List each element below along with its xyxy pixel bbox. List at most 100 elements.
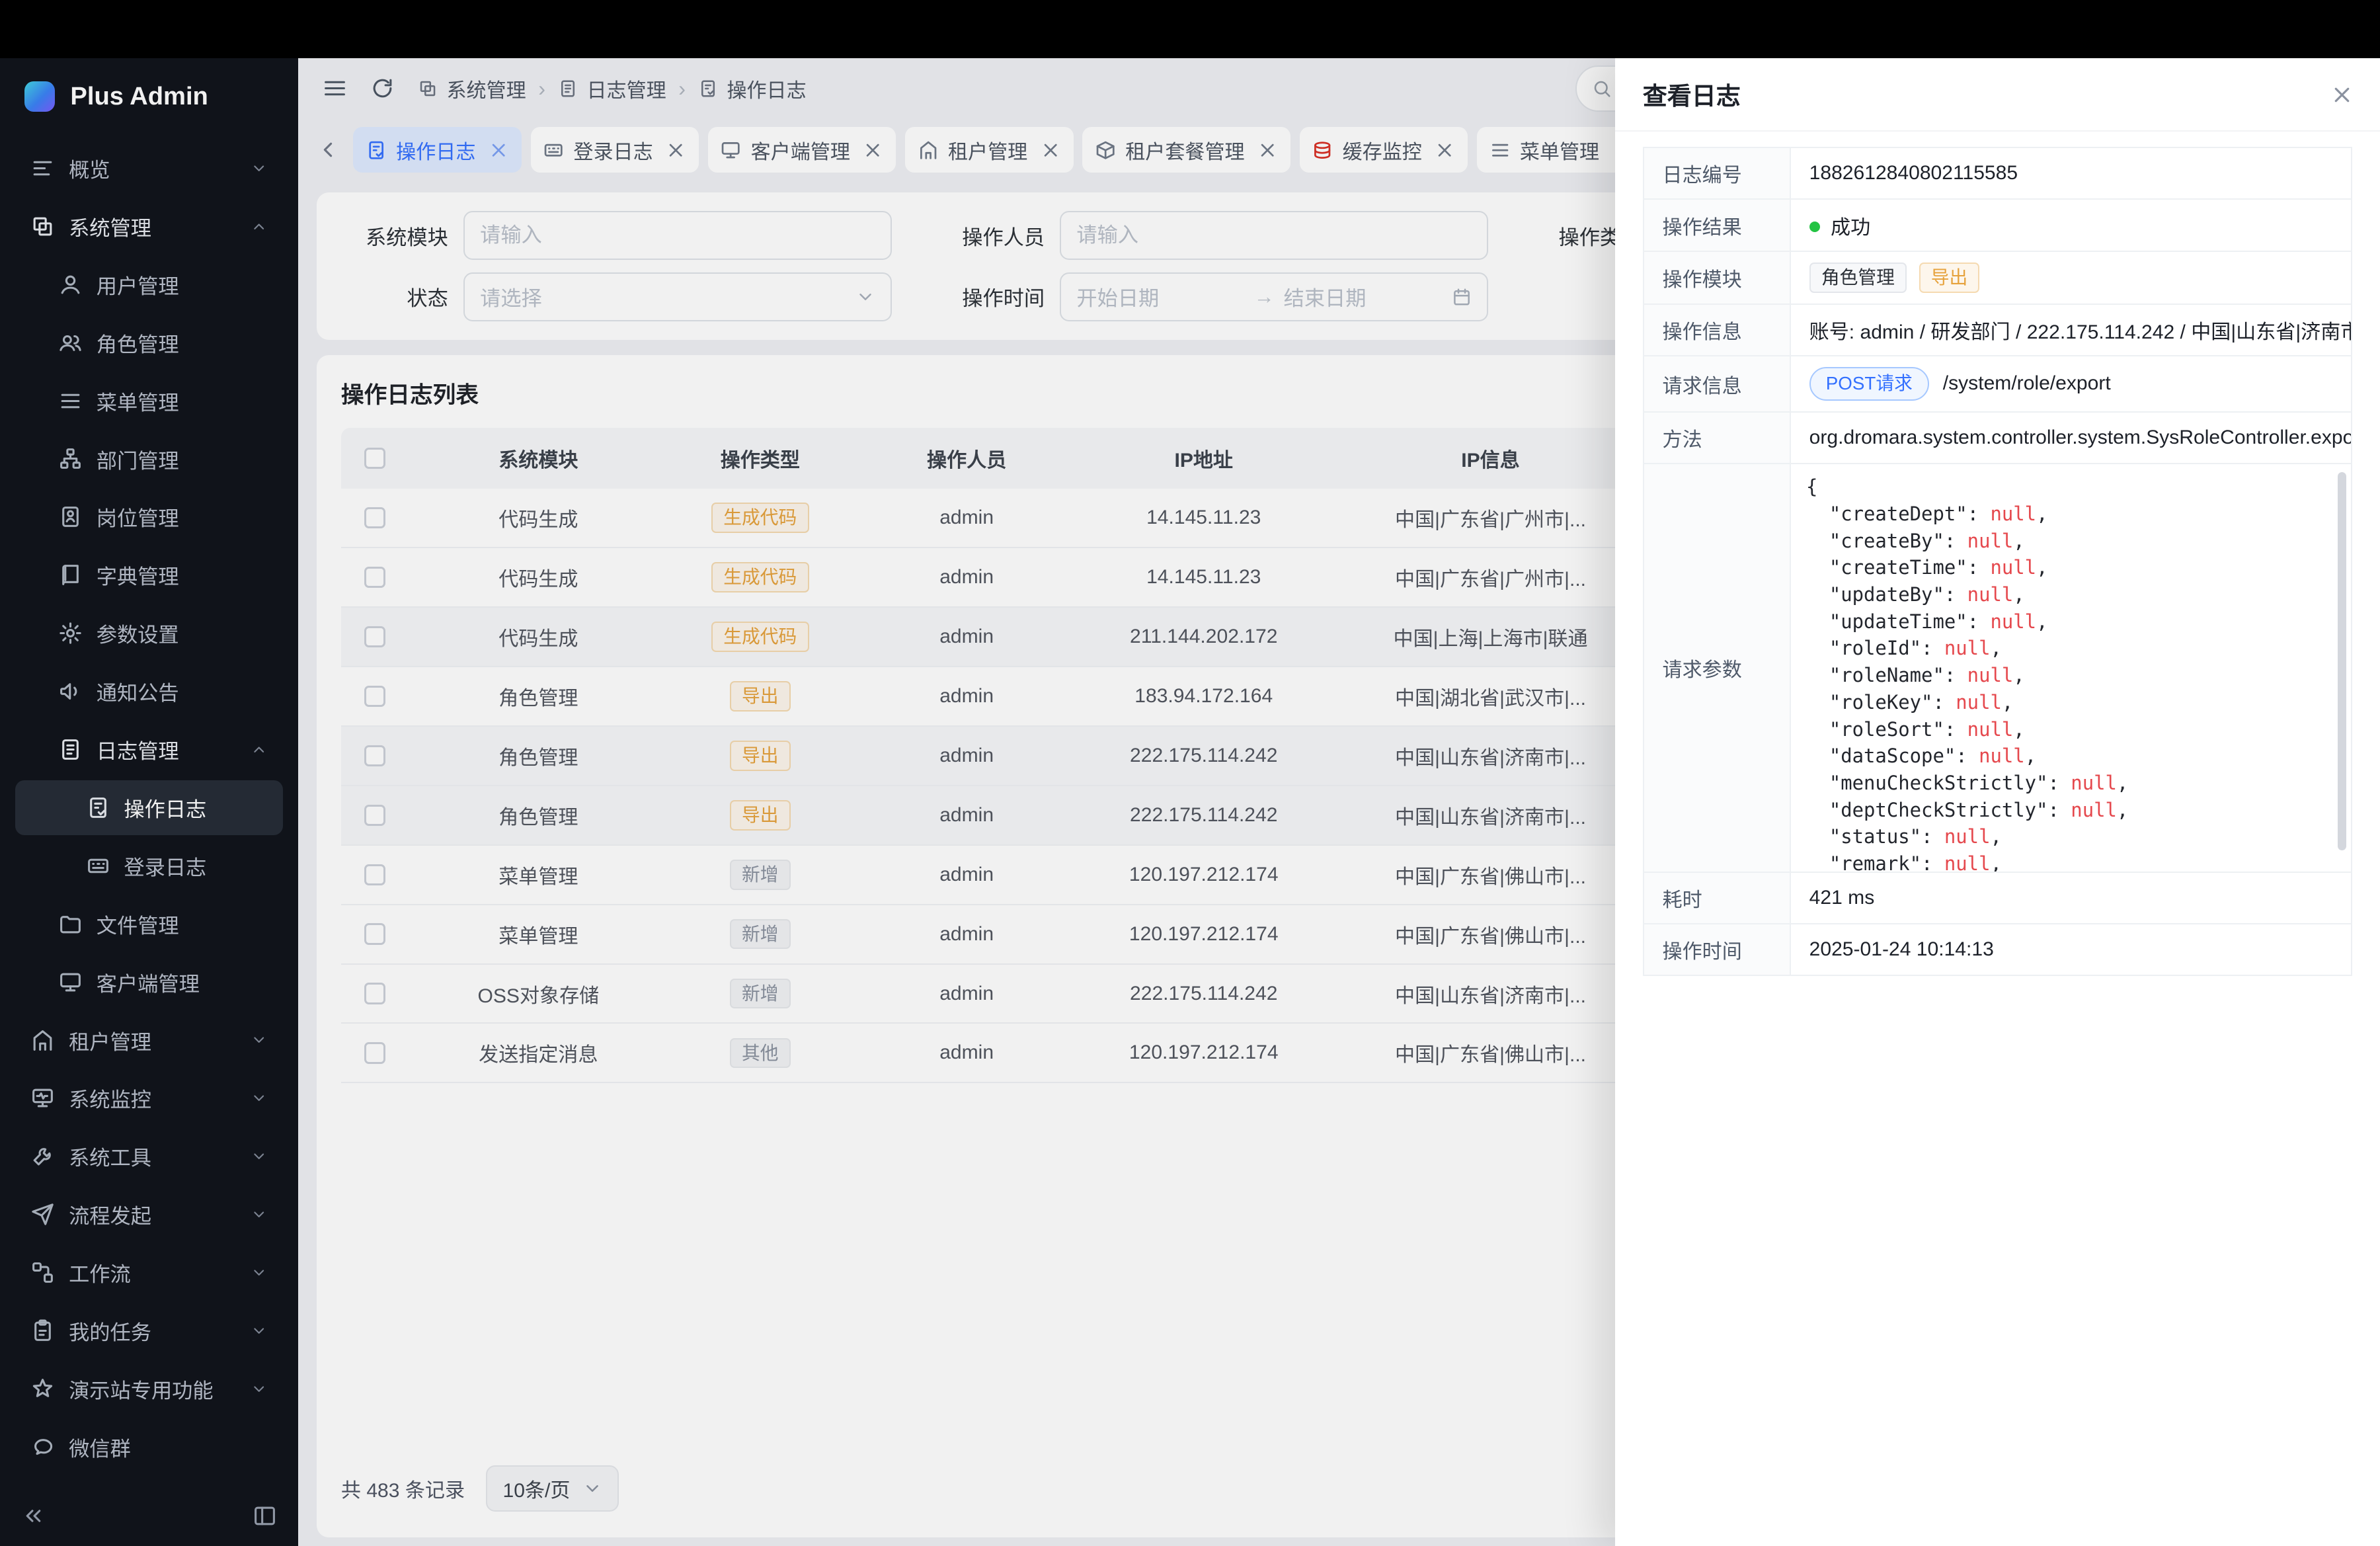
json-null-value: null bbox=[1967, 664, 2014, 686]
json-comma: , bbox=[2117, 799, 2128, 821]
detail-row: 操作结果 成功 bbox=[1644, 199, 2352, 251]
json-null-value: null bbox=[1944, 637, 1991, 659]
log-detail-table: 日志编号1882612840802115585操作结果成功操作模块角色管理导出操… bbox=[1643, 147, 2353, 976]
json-null-value: null bbox=[1990, 556, 2036, 579]
json-key: "updateBy": bbox=[1806, 583, 1967, 606]
json-comma: , bbox=[2036, 503, 2047, 525]
json-key: "status": bbox=[1806, 825, 1944, 848]
code-line: "roleName": null, bbox=[1806, 662, 2330, 689]
detail-label: 操作时间 bbox=[1644, 924, 1790, 975]
code-line: "updateTime": null, bbox=[1806, 608, 2330, 635]
detail-value: 2025-01-24 10:14:13 bbox=[1790, 924, 2352, 975]
view-log-drawer: 查看日志 日志编号1882612840802115585操作结果 成功操作模块角色… bbox=[1615, 58, 2380, 1546]
code-line: "status": null, bbox=[1806, 823, 2330, 850]
json-key: "remark": bbox=[1806, 852, 1944, 871]
json-key: "deptCheckStrictly": bbox=[1806, 799, 2071, 821]
drawer-header: 查看日志 bbox=[1615, 58, 2380, 132]
screen: Plus Admin 概览系统管理用户管理角色管理菜单管理部门管理岗位管理字典管… bbox=[0, 0, 2380, 1546]
json-null-value: null bbox=[1967, 530, 2014, 552]
code-line: "createTime": null, bbox=[1806, 554, 2330, 581]
detail-label: 耗时 bbox=[1644, 872, 1790, 924]
json-null-value: null bbox=[1967, 718, 2014, 741]
detail-value: 421 ms bbox=[1790, 872, 2352, 924]
code-line: "roleSort": null, bbox=[1806, 716, 2330, 743]
json-null-value: null bbox=[2071, 772, 2117, 794]
detail-row: 操作模块角色管理导出 bbox=[1644, 251, 2352, 304]
code-line: "updateBy": null, bbox=[1806, 581, 2330, 608]
code-line: "remark": null, bbox=[1806, 850, 2330, 871]
detail-label: 请求参数 bbox=[1644, 464, 1790, 872]
json-null-value: null bbox=[1990, 610, 2036, 633]
json-comma: , bbox=[2036, 556, 2047, 579]
detail-row: 方法org.dromara.system.controller.system.S… bbox=[1644, 412, 2352, 464]
detail-value: 1882612840802115585 bbox=[1790, 147, 2352, 199]
json-comma: , bbox=[2013, 718, 2024, 741]
json-null-value: null bbox=[1944, 825, 1991, 848]
json-null-value: null bbox=[1990, 503, 2036, 525]
json-null-value: null bbox=[1967, 583, 2014, 606]
detail-row: 操作信息账号: admin / 研发部门 / 222.175.114.242 /… bbox=[1644, 304, 2352, 356]
close-icon bbox=[2330, 83, 2354, 107]
detail-value: POST请求/system/role/export bbox=[1790, 356, 2352, 412]
json-comma: , bbox=[2025, 745, 2036, 767]
code-line: "dataScope": null, bbox=[1806, 743, 2330, 770]
status-text: 成功 bbox=[1831, 217, 1870, 239]
detail-value: 账号: admin / 研发部门 / 222.175.114.242 / 中国|… bbox=[1790, 304, 2352, 356]
detail-label: 方法 bbox=[1644, 412, 1790, 464]
detail-label: 操作信息 bbox=[1644, 304, 1790, 356]
json-key: "roleSort": bbox=[1806, 718, 1967, 741]
json-comma: , bbox=[1990, 825, 2001, 848]
json-comma: , bbox=[2002, 691, 2013, 713]
request-path: /system/role/export bbox=[1943, 372, 2111, 394]
json-comma: , bbox=[2013, 583, 2024, 606]
code-line: "menuCheckStrictly": null, bbox=[1806, 770, 2330, 797]
detail-value: { "createDept": null, "createBy": null, … bbox=[1790, 464, 2352, 872]
detail-row: 请求信息POST请求/system/role/export bbox=[1644, 356, 2352, 412]
json-key: "roleId": bbox=[1806, 637, 1944, 659]
json-key: "dataScope": bbox=[1806, 745, 1979, 767]
code-line: { bbox=[1806, 473, 2330, 501]
request-method-tag: POST请求 bbox=[1809, 367, 1929, 400]
top-black-strip bbox=[0, 0, 2380, 58]
detail-value: org.dromara.system.controller.system.Sys… bbox=[1790, 412, 2352, 464]
drawer-title: 查看日志 bbox=[1643, 76, 1741, 112]
status-dot bbox=[1809, 222, 1820, 232]
detail-row: 请求参数{ "createDept": null, "createBy": nu… bbox=[1644, 464, 2352, 872]
detail-row: 日志编号1882612840802115585 bbox=[1644, 147, 2352, 199]
json-key: "createBy": bbox=[1806, 530, 1967, 552]
json-null-value: null bbox=[1956, 691, 2002, 713]
detail-label: 请求信息 bbox=[1644, 356, 1790, 412]
code-line: "createBy": null, bbox=[1806, 528, 2330, 555]
json-comma: , bbox=[1990, 637, 2001, 659]
json-key: "roleKey": bbox=[1806, 691, 1956, 713]
detail-value: 角色管理导出 bbox=[1790, 251, 2352, 304]
drawer-close-button[interactable] bbox=[2330, 83, 2353, 106]
request-params-code[interactable]: { "createDept": null, "createBy": null, … bbox=[1791, 464, 2351, 871]
code-scrollbar-thumb[interactable] bbox=[2338, 472, 2347, 850]
drawer-body: 日志编号1882612840802115585操作结果成功操作模块角色管理导出操… bbox=[1615, 132, 2380, 1546]
json-null-value: null bbox=[2071, 799, 2117, 821]
detail-label: 操作模块 bbox=[1644, 251, 1790, 304]
detail-label: 日志编号 bbox=[1644, 147, 1790, 199]
json-comma: , bbox=[2013, 530, 2024, 552]
detail-label: 操作结果 bbox=[1644, 199, 1790, 251]
json-comma: , bbox=[2036, 610, 2047, 633]
json-key: "createDept": bbox=[1806, 503, 1990, 525]
json-comma: , bbox=[2117, 772, 2128, 794]
code-line: "createDept": null, bbox=[1806, 501, 2330, 528]
json-comma: , bbox=[2013, 664, 2024, 686]
json-null-value: null bbox=[1979, 745, 2025, 767]
json-key: "createTime": bbox=[1806, 556, 1990, 579]
json-comma: , bbox=[1990, 852, 2001, 871]
detail-row: 耗时421 ms bbox=[1644, 872, 2352, 924]
code-line: "roleId": null, bbox=[1806, 635, 2330, 662]
detail-value: 成功 bbox=[1790, 199, 2352, 251]
code-line: "deptCheckStrictly": null, bbox=[1806, 797, 2330, 824]
detail-tag: 角色管理 bbox=[1809, 263, 1907, 293]
json-key: "updateTime": bbox=[1806, 610, 1990, 633]
json-null-value: null bbox=[1944, 852, 1991, 871]
code-line: "roleKey": null, bbox=[1806, 689, 2330, 716]
json-key: "roleName": bbox=[1806, 664, 1967, 686]
detail-tag: 导出 bbox=[1919, 263, 1980, 293]
detail-row: 操作时间2025-01-24 10:14:13 bbox=[1644, 924, 2352, 975]
